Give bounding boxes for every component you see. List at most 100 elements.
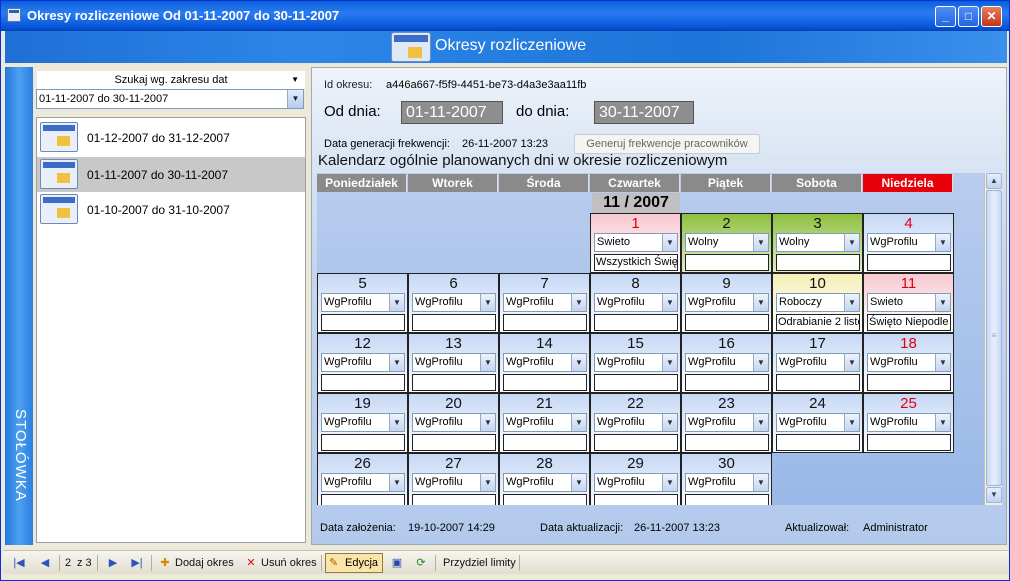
calendar-scrollbar[interactable]: ▲ ≡ ▼ — [984, 173, 1002, 505]
date-range-combo[interactable]: 01-11-2007 do 30-11-2007 ▼ — [36, 89, 304, 109]
day-type-select[interactable]: WgProfilu ▼ — [412, 473, 496, 492]
chevron-down-icon[interactable]: ▼ — [844, 354, 859, 371]
day-type-select[interactable]: WgProfilu ▼ — [321, 353, 405, 372]
period-item[interactable]: 01-10-2007 do 31-10-2007 — [37, 192, 305, 227]
day-note-field[interactable] — [867, 254, 951, 271]
refresh-icon[interactable]: ⟳ — [413, 554, 429, 572]
day-type-select[interactable]: WgProfilu ▼ — [594, 413, 678, 432]
day-note-field[interactable] — [412, 374, 496, 391]
record-position[interactable]: 2 — [65, 554, 71, 572]
day-type-select[interactable]: WgProfilu ▼ — [503, 413, 587, 432]
period-item-selected[interactable]: 01-11-2007 do 30-11-2007 — [37, 157, 305, 192]
day-note-field[interactable] — [594, 434, 678, 451]
chevron-down-icon[interactable]: ▼ — [389, 294, 404, 311]
day-type-select[interactable]: WgProfilu ▼ — [594, 473, 678, 492]
scroll-down-icon[interactable]: ▼ — [986, 487, 1002, 503]
day-note-field[interactable] — [776, 434, 860, 451]
title-bar[interactable]: Okresy rozliczeniowe Od 01-11-2007 do 30… — [1, 1, 1009, 31]
day-note-field[interactable] — [776, 254, 860, 271]
previous-record-icon[interactable]: ◀ — [37, 554, 53, 572]
day-type-select[interactable]: WgProfilu ▼ — [594, 353, 678, 372]
chevron-down-icon[interactable]: ▼ — [571, 354, 586, 371]
day-note-field[interactable] — [776, 374, 860, 391]
chevron-down-icon[interactable]: ▼ — [480, 414, 495, 431]
day-type-select[interactable]: WgProfilu ▼ — [685, 413, 769, 432]
chevron-down-icon[interactable]: ▼ — [935, 414, 950, 431]
day-note-field[interactable] — [594, 314, 678, 331]
chevron-down-icon[interactable]: ▼ — [287, 90, 303, 108]
last-record-icon[interactable]: ▶| — [129, 554, 145, 572]
day-note-field[interactable] — [685, 314, 769, 331]
scroll-up-icon[interactable]: ▲ — [986, 173, 1002, 189]
day-note-field[interactable] — [503, 434, 587, 451]
chevron-down-icon[interactable]: ▼ — [389, 354, 404, 371]
day-note-field[interactable] — [321, 494, 405, 505]
day-type-select[interactable]: WgProfilu ▼ — [412, 353, 496, 372]
period-item[interactable]: 01-12-2007 do 31-12-2007 — [37, 120, 305, 155]
chevron-down-icon[interactable]: ▼ — [662, 294, 677, 311]
day-note-field[interactable] — [412, 434, 496, 451]
day-note-field[interactable] — [867, 374, 951, 391]
chevron-down-icon[interactable]: ▼ — [935, 294, 950, 311]
search-mode-select[interactable]: Szukaj wg. zakresu dat ▼ — [37, 71, 305, 89]
chevron-down-icon[interactable]: ▼ — [571, 414, 586, 431]
day-note-field[interactable] — [594, 374, 678, 391]
day-note-field[interactable] — [321, 314, 405, 331]
day-type-select[interactable]: Swieto ▼ — [867, 293, 951, 312]
day-type-select[interactable]: WgProfilu ▼ — [321, 473, 405, 492]
chevron-down-icon[interactable]: ▼ — [571, 294, 586, 311]
chevron-down-icon[interactable]: ▼ — [389, 474, 404, 491]
scroll-thumb[interactable]: ≡ — [986, 190, 1002, 486]
chevron-down-icon[interactable]: ▼ — [571, 474, 586, 491]
day-type-select[interactable]: WgProfilu ▼ — [685, 473, 769, 492]
chevron-down-icon[interactable]: ▼ — [389, 414, 404, 431]
day-note-field[interactable] — [412, 494, 496, 505]
chevron-down-icon[interactable]: ▼ — [662, 414, 677, 431]
day-type-select[interactable]: WgProfilu ▼ — [321, 413, 405, 432]
day-type-select[interactable]: WgProfilu ▼ — [503, 473, 587, 492]
from-date-field[interactable]: 01-11-2007 — [401, 101, 503, 124]
chevron-down-icon[interactable]: ▼ — [662, 234, 677, 251]
chevron-down-icon[interactable]: ▼ — [844, 414, 859, 431]
chevron-down-icon[interactable]: ▼ — [935, 354, 950, 371]
day-type-select[interactable]: Wolny ▼ — [685, 233, 769, 252]
assign-limits-button[interactable]: Przydziel limity — [443, 554, 516, 572]
day-type-select[interactable]: WgProfilu ▼ — [776, 353, 860, 372]
add-period-button[interactable]: Dodaj okres — [175, 554, 234, 572]
day-note-field[interactable] — [321, 434, 405, 451]
close-button[interactable]: ✕ — [981, 6, 1002, 27]
day-note-field[interactable] — [321, 374, 405, 391]
day-note-field[interactable]: Odrabianie 2 listo — [776, 314, 860, 331]
day-type-select[interactable]: WgProfilu ▼ — [867, 233, 951, 252]
period-list[interactable]: 01-12-2007 do 31-12-2007 01-11-2007 do 3… — [36, 117, 306, 543]
chevron-down-icon[interactable]: ▼ — [935, 234, 950, 251]
day-note-field[interactable] — [685, 254, 769, 271]
day-type-select[interactable]: WgProfilu ▼ — [685, 353, 769, 372]
day-type-select[interactable]: WgProfilu ▼ — [685, 293, 769, 312]
day-note-field[interactable] — [412, 314, 496, 331]
chevron-down-icon[interactable]: ▼ — [844, 294, 859, 311]
day-note-field[interactable] — [685, 374, 769, 391]
day-type-select[interactable]: WgProfilu ▼ — [412, 293, 496, 312]
generate-attendance-button[interactable]: Generuj frekwencje pracowników — [574, 134, 760, 154]
delete-period-button[interactable]: Usuń okres — [261, 554, 317, 572]
day-type-select[interactable]: Wolny ▼ — [776, 233, 860, 252]
save-icon[interactable]: ▣ — [389, 554, 405, 572]
chevron-down-icon[interactable]: ▼ — [753, 234, 768, 251]
chevron-down-icon[interactable]: ▼ — [753, 474, 768, 491]
day-type-select[interactable]: WgProfilu ▼ — [503, 293, 587, 312]
day-note-field[interactable] — [503, 314, 587, 331]
chevron-down-icon[interactable]: ▼ — [662, 354, 677, 371]
chevron-down-icon[interactable]: ▼ — [753, 294, 768, 311]
day-type-select[interactable]: WgProfilu ▼ — [867, 413, 951, 432]
maximize-button[interactable]: □ — [958, 6, 979, 27]
next-record-icon[interactable]: ▶ — [105, 554, 121, 572]
day-note-field[interactable] — [594, 494, 678, 505]
chevron-down-icon[interactable]: ▼ — [662, 474, 677, 491]
chevron-down-icon[interactable]: ▼ — [480, 294, 495, 311]
minimize-button[interactable]: _ — [935, 6, 956, 27]
day-type-select[interactable]: Swieto ▼ — [594, 233, 678, 252]
day-note-field[interactable] — [503, 494, 587, 505]
chevron-down-icon[interactable]: ▼ — [480, 474, 495, 491]
day-type-select[interactable]: WgProfilu ▼ — [503, 353, 587, 372]
